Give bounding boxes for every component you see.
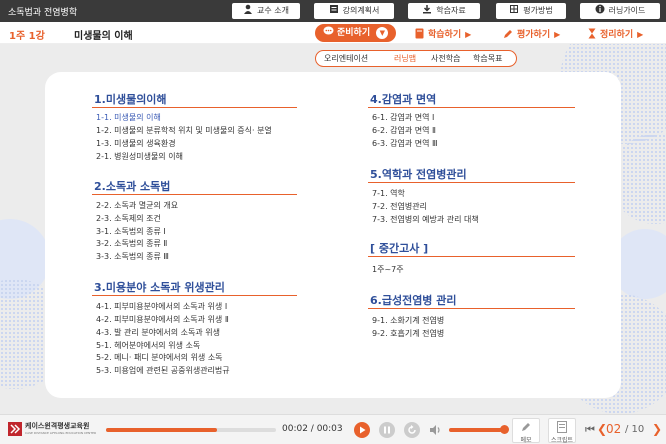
section-divider xyxy=(368,182,575,183)
replay-button[interactable] xyxy=(404,422,420,438)
submenu-learning-map[interactable]: 러닝맵 xyxy=(394,51,416,66)
list-item[interactable]: 2-3. 소독제의 조건 xyxy=(96,213,161,224)
professor-intro-button[interactable]: 교수 소개 xyxy=(232,3,300,19)
play-button[interactable] xyxy=(354,422,370,438)
play-icon xyxy=(360,426,366,434)
section-divider xyxy=(92,107,297,108)
pencil-icon xyxy=(504,30,512,38)
prepare-submenu: 오리엔테이션 러닝맵 사전학습 학습목표 xyxy=(315,50,517,67)
tab-summary[interactable]: 정리하기 ▶ xyxy=(588,27,643,40)
top-bar: 소독법과 전염병학 교수 소개 강의계획서 학습자료 평가방법 러닝가이드 xyxy=(0,0,666,22)
list-item[interactable]: 5-3. 미용업에 관련된 공중위생관리법규 xyxy=(96,365,230,376)
list-item[interactable]: 7-3. 전염병의 예방과 관리 대책 xyxy=(372,214,479,225)
lesson-title: 미생물의 이해 xyxy=(74,31,133,42)
arrow-right-icon: ▶ xyxy=(465,30,472,39)
grid-icon xyxy=(510,5,519,13)
prepare-tab[interactable]: 준비하기 ▼ xyxy=(315,24,396,42)
learning-guide-button[interactable]: 러닝가이드 xyxy=(580,3,660,19)
list-item[interactable]: 3-1. 소독법의 종류 Ⅰ xyxy=(96,226,166,237)
replay-icon xyxy=(408,425,416,434)
section-divider xyxy=(92,194,297,195)
progress-fill xyxy=(106,428,217,432)
memo-button[interactable]: 메모 xyxy=(512,418,540,444)
download-icon xyxy=(423,5,432,14)
prev-first-icon[interactable]: ⏮ xyxy=(585,423,595,437)
list-item[interactable]: 6-1. 감염과 면역 Ⅰ xyxy=(372,112,434,123)
logo-mark-icon xyxy=(8,422,22,436)
logo-text: 케이스윈격평생교육원 xyxy=(25,422,90,430)
total-pages: / 10 xyxy=(625,424,645,435)
arrow-right-icon: ▶ xyxy=(637,30,644,39)
list-item[interactable]: 4-3. 발 관리 분야에서의 소독과 위생 xyxy=(96,327,220,338)
list-item[interactable]: 7-1. 역학 xyxy=(372,188,405,199)
list-item[interactable]: 4-1. 피부미용분야에서의 소독과 위생 Ⅰ xyxy=(96,301,227,312)
list-item[interactable]: 9-1. 소화기계 전염병 xyxy=(372,315,444,326)
hourglass-icon xyxy=(588,28,596,39)
submenu-orientation[interactable]: 오리엔테이션 xyxy=(324,51,368,66)
submenu-pre-study[interactable]: 사전학습 xyxy=(431,51,460,66)
next-page-icon[interactable]: ❯ xyxy=(652,422,662,436)
list-item[interactable]: 4-2. 피부미용분야에서의 소독과 위생 Ⅱ xyxy=(96,314,229,325)
list-item[interactable]: 6-2. 감염과 면역 Ⅱ xyxy=(372,125,436,136)
volume-icon[interactable] xyxy=(429,424,442,436)
script-button[interactable]: 스크립트 xyxy=(548,418,576,444)
list-item[interactable]: 2-1. 병원성미생물의 이해 xyxy=(96,151,183,162)
section-divider xyxy=(368,256,575,257)
list-item[interactable]: 6-3. 감염과 면역 Ⅲ xyxy=(372,138,438,149)
list-item[interactable]: 1주~7주 xyxy=(372,264,404,275)
volume-knob[interactable] xyxy=(500,425,509,434)
current-page: 02 xyxy=(606,422,622,436)
memo-icon xyxy=(522,423,530,431)
player-bar: 케이스윈격평생교육원 CASE DISTANCE LIFELONG EDUCAT… xyxy=(0,414,666,444)
list-item[interactable]: 1-1. 미생물의 이해 xyxy=(96,112,161,123)
tab-evaluate[interactable]: 평가하기 ▶ xyxy=(503,27,560,40)
pause-icon xyxy=(384,426,390,434)
list-item[interactable]: 9-2. 호흡기계 전염병 xyxy=(372,328,444,339)
lesson-header: 1주 1강 미생물의 이해 준비하기 ▼ 학습하기 ▶ 평가하기 ▶ 정리하기 ▶ xyxy=(0,22,666,44)
chevron-down-icon: ▼ xyxy=(376,27,389,39)
tab-study[interactable]: 학습하기 ▶ xyxy=(415,27,471,40)
info-icon xyxy=(595,4,605,14)
list-item[interactable]: 5-1. 헤어분야에서의 위생 소독 xyxy=(96,340,200,351)
list-item[interactable]: 7-2. 전염병관리 xyxy=(372,201,427,212)
volume-slider[interactable] xyxy=(449,428,502,432)
evaluation-method-button[interactable]: 평가방법 xyxy=(496,3,566,19)
time-display: 00:02 / 00:03 xyxy=(282,424,343,434)
section-divider xyxy=(92,295,297,296)
list-item[interactable]: 1-2. 미생물의 분류학적 위치 및 미생물의 증식· 분열 xyxy=(96,125,272,136)
list-item[interactable]: 2-2. 소독과 멸균의 개요 xyxy=(96,200,178,211)
arrow-right-icon: ▶ xyxy=(554,30,561,39)
syllabus-button[interactable]: 강의계획서 xyxy=(314,3,394,19)
list-item[interactable]: 3-3. 소독법의 종류 Ⅲ xyxy=(96,251,169,262)
chat-bubble-icon xyxy=(323,26,334,35)
list-item[interactable]: 3-2. 소독법의 종류 Ⅱ xyxy=(96,238,167,249)
section-divider xyxy=(368,107,575,108)
materials-button[interactable]: 학습자료 xyxy=(408,3,480,19)
list-item[interactable]: 1-3. 미생물의 생육환경 xyxy=(96,138,176,149)
person-icon xyxy=(244,4,252,14)
pause-button[interactable] xyxy=(379,422,395,438)
institution-logo: 케이스윈격평생교육원 CASE DISTANCE LIFELONG EDUCAT… xyxy=(8,420,100,440)
course-title: 소독법과 전염병학 xyxy=(8,8,78,18)
script-icon xyxy=(557,421,567,433)
progress-bar[interactable] xyxy=(106,428,276,432)
section-divider xyxy=(368,308,575,309)
document-icon xyxy=(329,5,338,13)
list-item[interactable]: 5-2. 메니· 패디 분야에서의 위생 소독 xyxy=(96,352,223,363)
logo-subtext: CASE DISTANCE LIFELONG EDUCATION CENTER xyxy=(25,431,97,435)
lesson-number: 1주 1강 xyxy=(9,31,45,42)
book-icon xyxy=(415,28,424,39)
submenu-objectives[interactable]: 학습목표 xyxy=(473,51,502,66)
